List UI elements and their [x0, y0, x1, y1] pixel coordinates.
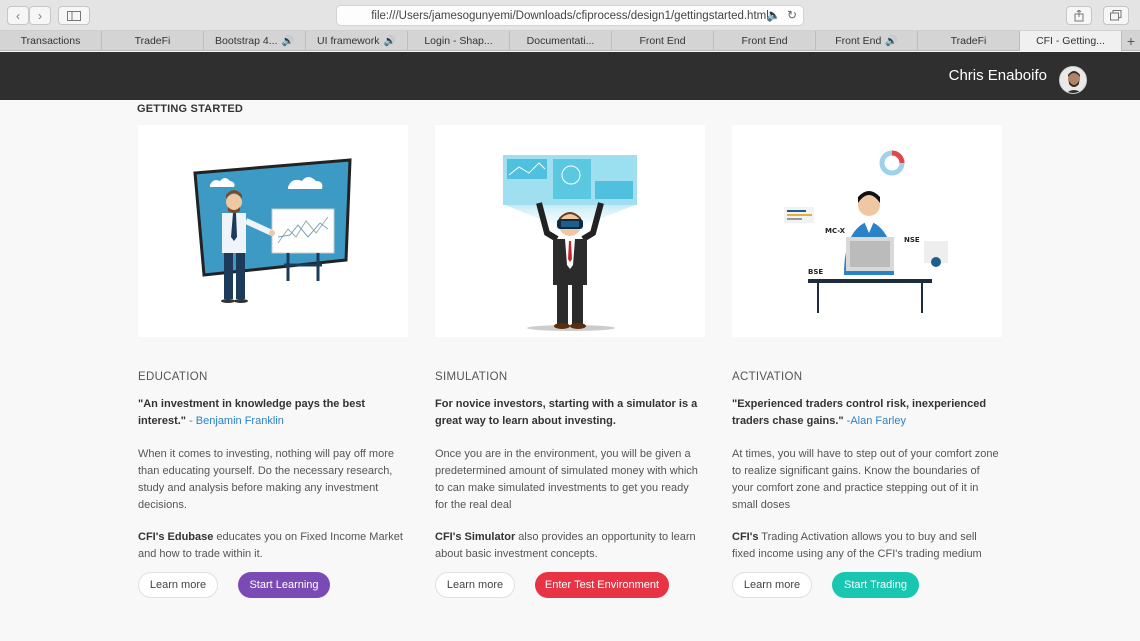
product-note-activation: CFI's Trading Activation allows you to b…	[732, 531, 982, 560]
speaker-icon[interactable]: 🔊	[282, 36, 294, 47]
tabs-overview-button[interactable]	[1103, 6, 1129, 25]
tab-cfi-getting-started[interactable]: CFI - Getting...	[1020, 31, 1122, 51]
illustration-label-bse: BSE	[808, 268, 823, 276]
start-learning-button[interactable]: Start Learning	[238, 572, 330, 598]
chevron-right-icon: ›	[38, 8, 42, 23]
description-simulation: Once you are in the environment, you wil…	[435, 448, 698, 511]
learn-more-button-activation[interactable]: Learn more	[732, 572, 812, 598]
quote-education: "An investment in knowledge pays the bes…	[138, 398, 366, 427]
quote-author[interactable]: -Alan Farley	[844, 415, 906, 427]
share-icon	[1074, 9, 1084, 21]
product-note-simulation: CFI's Simulator also provides an opportu…	[435, 531, 696, 560]
share-button[interactable]	[1066, 6, 1092, 25]
description-education: When it comes to investing, nothing will…	[138, 448, 394, 511]
browser-toolbar: ‹ › file:///Users/jamesogunyemi/Download…	[0, 0, 1140, 31]
education-illustration	[138, 125, 408, 337]
speaker-icon[interactable]: 🔊	[885, 36, 897, 47]
tab-transactions[interactable]: Transactions	[0, 31, 102, 51]
tab-tradefi[interactable]: TradeFi	[102, 31, 204, 51]
category-activation: ACTIVATION	[732, 371, 803, 383]
tab-documentation[interactable]: Documentati...	[510, 31, 612, 51]
learn-more-button-education[interactable]: Learn more	[138, 572, 218, 598]
tab-bar: Transactions TradeFi Bootstrap 4... 🔊 UI …	[0, 31, 1140, 51]
new-tab-button[interactable]: +	[1122, 31, 1140, 50]
illustration-label-nse: NSE	[904, 236, 920, 244]
category-simulation: SIMULATION	[435, 371, 508, 383]
reload-icon[interactable]: ↻	[787, 8, 797, 22]
tab-ui-framework[interactable]: UI framework 🔊	[306, 31, 408, 51]
app-header: Chris Enaboifo	[0, 52, 1140, 100]
forward-button[interactable]: ›	[29, 6, 51, 25]
back-button[interactable]: ‹	[7, 6, 29, 25]
sidebar-toggle-button[interactable]	[58, 6, 90, 25]
illustration-label-mcx: MC-X	[825, 227, 846, 235]
page-title: GETTING STARTED	[137, 103, 244, 115]
activation-illustration: MC-X NSE BSE	[732, 125, 1002, 337]
chevron-left-icon: ‹	[16, 8, 20, 23]
quote-simulation: For novice investors, starting with a si…	[435, 398, 698, 427]
user-name[interactable]: Chris Enaboifo	[949, 67, 1047, 84]
avatar[interactable]	[1059, 66, 1087, 94]
tab-tradefi-2[interactable]: TradeFi	[918, 31, 1020, 51]
enter-test-environment-button[interactable]: Enter Test Environment	[535, 572, 669, 598]
speaker-icon[interactable]: 🔊	[383, 36, 395, 47]
url-text: file:///Users/jamesogunyemi/Downloads/cf…	[371, 9, 769, 22]
tab-front-end-3[interactable]: Front End 🔊	[816, 31, 918, 51]
tab-login[interactable]: Login - Shap...	[408, 31, 510, 51]
learn-more-button-simulation[interactable]: Learn more	[435, 572, 515, 598]
audio-icon[interactable]: 🔈	[766, 8, 781, 22]
start-trading-button[interactable]: Start Trading	[832, 572, 919, 598]
tab-bootstrap[interactable]: Bootstrap 4... 🔊	[204, 31, 306, 51]
quote-activation: "Experienced traders control risk, inexp…	[732, 398, 987, 427]
description-activation: At times, you will have to step out of y…	[732, 448, 999, 511]
simulation-illustration	[435, 125, 705, 337]
product-note-education: CFI's Edubase educates you on Fixed Inco…	[138, 531, 403, 560]
tab-front-end-2[interactable]: Front End	[714, 31, 816, 51]
sidebar-icon	[67, 10, 81, 21]
category-education: EDUCATION	[138, 371, 208, 383]
tab-front-end-1[interactable]: Front End	[612, 31, 714, 51]
tabs-icon	[1110, 10, 1122, 21]
quote-author[interactable]: - Benjamin Franklin	[189, 415, 284, 427]
address-bar[interactable]: file:///Users/jamesogunyemi/Downloads/cf…	[336, 5, 804, 26]
